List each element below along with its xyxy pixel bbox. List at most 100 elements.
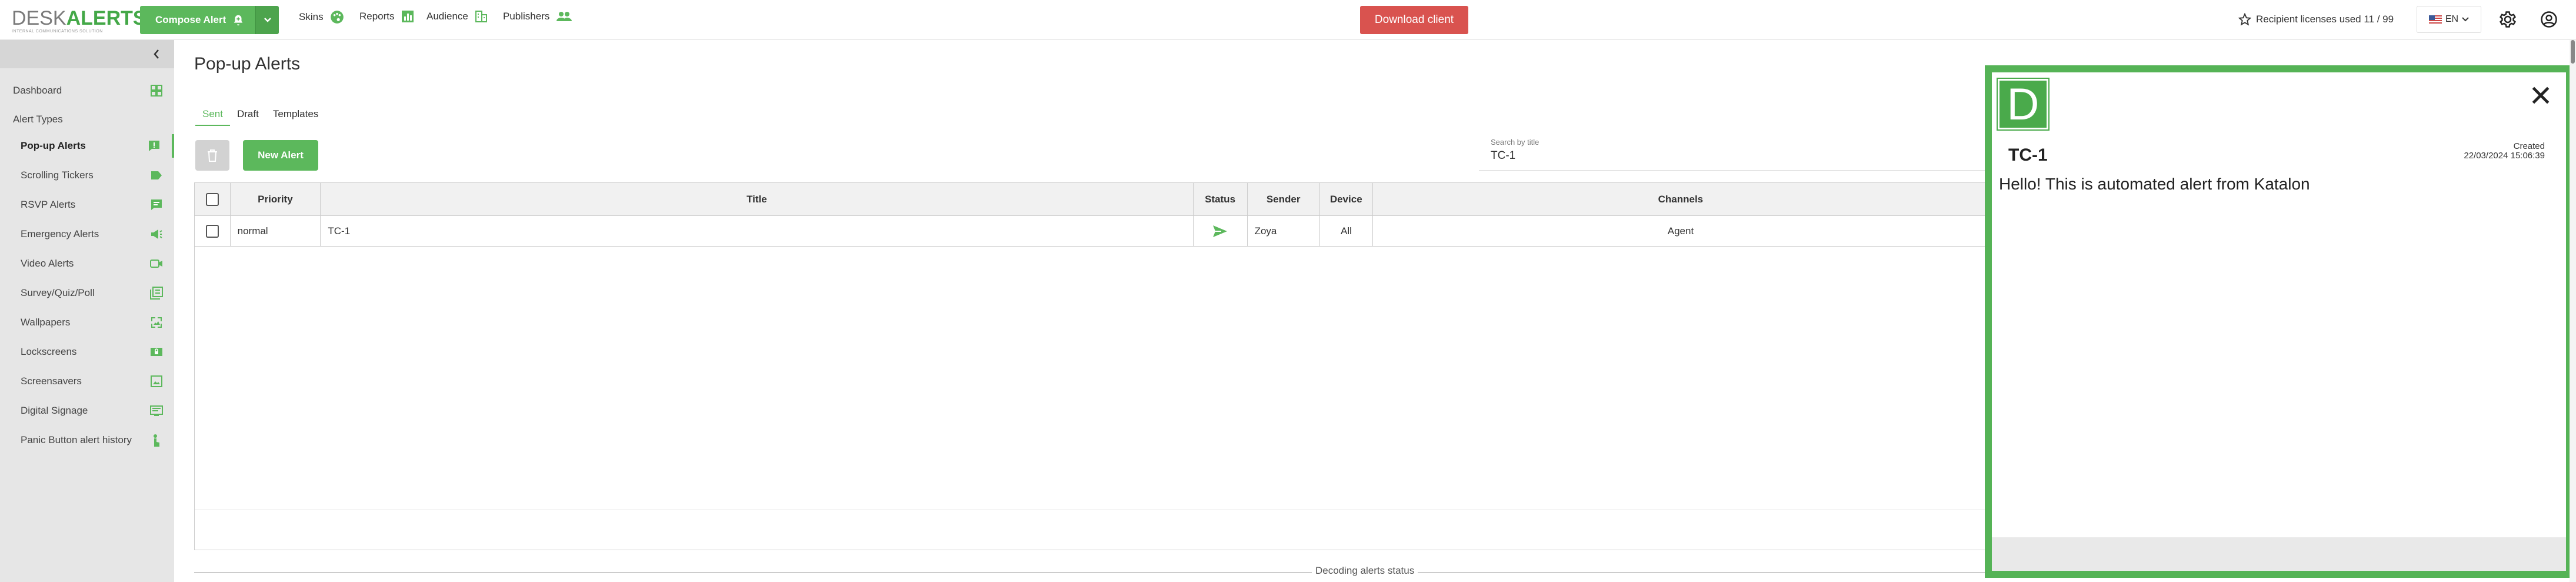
people-icon [556, 12, 572, 21]
sidebar-item-label: RSVP Alerts [21, 199, 76, 210]
table-row[interactable]: normal TC-1 Zoya All Agent [195, 216, 1988, 247]
sidebar-item-rsvp-alerts[interactable]: RSVP Alerts [0, 193, 174, 217]
close-icon[interactable] [2530, 84, 2552, 107]
page-scrollbar[interactable] [2570, 40, 2576, 582]
nav-reports[interactable]: Reports [359, 9, 415, 24]
delete-button[interactable] [195, 140, 229, 171]
building-icon [475, 11, 487, 22]
sidebar-item-label: Screensavers [21, 375, 82, 387]
compose-dropdown-button[interactable] [255, 6, 279, 34]
sidebar-item-label: Lockscreens [21, 346, 77, 357]
table-header-row: Priority Title Status Sender Device Chan… [195, 183, 1988, 216]
sidebar-item-lockscreens[interactable]: Lockscreens [0, 340, 174, 364]
sidebar-item-panic-button-history[interactable]: Panic Button alert history [0, 428, 174, 452]
header-title[interactable]: Title [321, 183, 1194, 215]
select-all-cell [195, 183, 231, 215]
priority-value: normal [237, 225, 268, 237]
new-alert-label: New Alert [258, 149, 304, 161]
gear-icon[interactable] [2499, 11, 2517, 28]
header-channels[interactable]: Channels [1373, 183, 1988, 215]
channels-value: Agent [1667, 225, 1694, 237]
created-label: Created [2513, 141, 2545, 151]
nav-skins-label: Skins [299, 11, 324, 22]
decoding-divider [194, 572, 1988, 573]
search-input[interactable] [1491, 149, 1844, 162]
title-value: TC-1 [328, 225, 351, 237]
logo-part2: ALERTS [66, 7, 146, 29]
select-all-checkbox[interactable] [205, 192, 219, 206]
sidebar-item-dashboard[interactable]: Dashboard [0, 79, 174, 102]
tab-draft[interactable]: Draft [230, 105, 266, 126]
language-select[interactable]: EN [2417, 6, 2481, 33]
cell-channels: Agent [1373, 216, 1988, 246]
palette-icon [330, 11, 344, 24]
sidebar-item-emergency-alerts[interactable]: Emergency Alerts [0, 222, 174, 246]
trash-icon [208, 149, 217, 162]
logo-tagline: INTERNAL COMMUNICATIONS SOLUTION [12, 29, 103, 34]
popup-created: Created 22/03/2024 15:06:39 [2464, 142, 2545, 161]
sidebar-item-label: Digital Signage [21, 405, 88, 416]
chevron-down-icon [264, 18, 271, 22]
download-client-button[interactable]: Download client [1360, 6, 1468, 34]
sender-value: Zoya [1254, 225, 1277, 237]
sidebar-item-popup-alerts[interactable]: Pop-up Alerts [0, 134, 174, 158]
ticker-icon [151, 171, 162, 179]
compose-alert-label: Compose Alert [155, 14, 226, 25]
popup-icon [149, 141, 159, 151]
nav-audience-label: Audience [426, 11, 468, 22]
nav-audience[interactable]: Audience [426, 9, 488, 24]
nav-skins[interactable]: Skins [299, 9, 345, 25]
sidebar-item-video-alerts[interactable]: Video Alerts [0, 252, 174, 275]
header-device-label: Device [1329, 193, 1362, 205]
sidebar-item-label: Video Alerts [21, 258, 74, 269]
chevron-left-icon [154, 49, 159, 59]
tab-templates[interactable]: Templates [266, 105, 325, 126]
sidebar-item-survey[interactable]: Survey/Quiz/Poll [0, 281, 174, 305]
scrollbar-thumb[interactable] [2571, 40, 2575, 64]
header-status-label: Status [1205, 193, 1236, 205]
licenses-text: Recipient licenses used 11 / 99 [2256, 14, 2394, 25]
search-label: Search by title [1491, 138, 1539, 147]
cell-device: All [1320, 216, 1373, 246]
tab-sent[interactable]: Sent [195, 105, 230, 126]
header-title-label: Title [747, 193, 767, 205]
header-priority-label: Priority [258, 193, 293, 205]
sidebar-item-screensavers[interactable]: Screensavers [0, 370, 174, 393]
bar-chart-icon [401, 11, 414, 22]
compose-alert-button[interactable]: Compose Alert [140, 6, 256, 34]
header-status[interactable]: Status [1194, 183, 1248, 215]
bell-plus-icon [234, 15, 243, 26]
sidebar-item-wallpapers[interactable]: Wallpapers [0, 311, 174, 334]
logo-letter: D [2007, 79, 2040, 129]
panic-icon [154, 434, 159, 447]
cell-title[interactable]: TC-1 [321, 216, 1194, 246]
popup-footer [1992, 537, 2566, 571]
header-device[interactable]: Device [1320, 183, 1373, 215]
header-channels-label: Channels [1658, 193, 1704, 205]
sent-status-icon [1213, 225, 1228, 237]
created-date: 22/03/2024 15:06:39 [2464, 151, 2545, 161]
sidebar-item-digital-signage[interactable]: Digital Signage [0, 399, 174, 423]
sidebar-item-label: Emergency Alerts [21, 228, 99, 240]
nav-publishers[interactable]: Publishers [503, 9, 573, 24]
new-alert-button[interactable]: New Alert [243, 140, 318, 171]
language-label: EN [2445, 14, 2459, 24]
survey-icon [150, 287, 163, 300]
desk-alerts-d-logo: D [1997, 78, 2050, 131]
device-value: All [1341, 225, 1352, 237]
search-by-title: Search by title [1479, 131, 1985, 171]
sidebar-item-label: Panic Button alert history [21, 434, 132, 445]
nav-reports-label: Reports [359, 11, 395, 22]
chevron-down-icon [2462, 17, 2469, 22]
top-bar: DESKALERTS INTERNAL COMMUNICATIONS SOLUT… [0, 0, 2576, 40]
sidebar-collapse-button[interactable] [0, 40, 174, 68]
row-checkbox[interactable] [205, 224, 219, 238]
header-priority[interactable]: Priority [231, 183, 321, 215]
megaphone-icon [151, 230, 162, 239]
user-account-icon[interactable] [2540, 11, 2558, 28]
compose-alert-group: Compose Alert [140, 6, 279, 34]
rsvp-icon [151, 199, 162, 210]
header-sender[interactable]: Sender [1248, 183, 1320, 215]
deskalerts-logo[interactable]: DESKALERTS INTERNAL COMMUNICATIONS SOLUT… [12, 8, 146, 34]
sidebar-item-scrolling-tickers[interactable]: Scrolling Tickers [0, 164, 174, 187]
